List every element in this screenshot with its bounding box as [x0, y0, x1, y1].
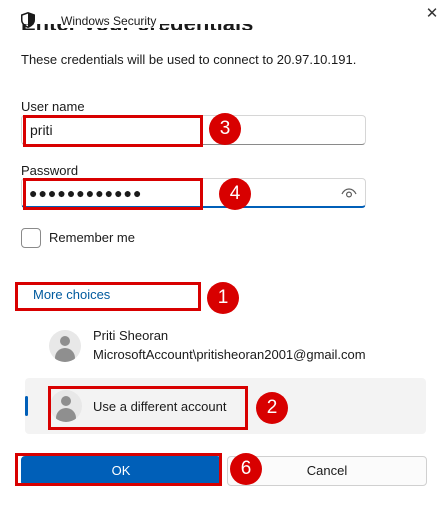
password-label: Password — [21, 163, 79, 178]
connection-description: These credentials will be used to connec… — [21, 52, 357, 67]
more-choices-link[interactable]: More choices — [33, 287, 110, 302]
step-badge-2: 2 — [256, 392, 288, 424]
username-input[interactable] — [21, 115, 366, 145]
avatar — [50, 390, 82, 422]
selection-indicator — [25, 396, 28, 416]
password-masked-value: ●●●●●●●●●●●● — [29, 185, 143, 201]
account-detail: MicrosoftAccount\pritisheoran2001@gmail.… — [93, 347, 366, 362]
credentials-dialog: Windows Security ✕ Enter your credential… — [0, 0, 448, 511]
account-option-priti[interactable]: Priti Sheoran MicrosoftAccount\pritisheo… — [41, 318, 426, 374]
remember-me-label: Remember me — [49, 230, 135, 245]
avatar — [49, 330, 81, 362]
step-badge-1: 1 — [207, 282, 239, 314]
step-badge-6: 6 — [230, 453, 262, 485]
eye-icon[interactable] — [341, 186, 357, 200]
account-name: Priti Sheoran — [93, 328, 169, 343]
step-badge-3: 3 — [209, 113, 241, 145]
close-icon: ✕ — [425, 5, 439, 22]
title-bar: Windows Security ✕ — [0, 0, 448, 40]
remember-me-checkbox[interactable] — [21, 228, 41, 248]
username-label: User name — [21, 99, 85, 114]
account-option-different[interactable]: Use a different account — [25, 378, 426, 434]
app-title: Windows Security — [61, 14, 161, 28]
close-button[interactable]: ✕ — [422, 4, 442, 24]
different-account-label: Use a different account — [93, 399, 227, 414]
step-badge-4: 4 — [219, 178, 251, 210]
ok-button[interactable]: OK — [21, 456, 221, 486]
